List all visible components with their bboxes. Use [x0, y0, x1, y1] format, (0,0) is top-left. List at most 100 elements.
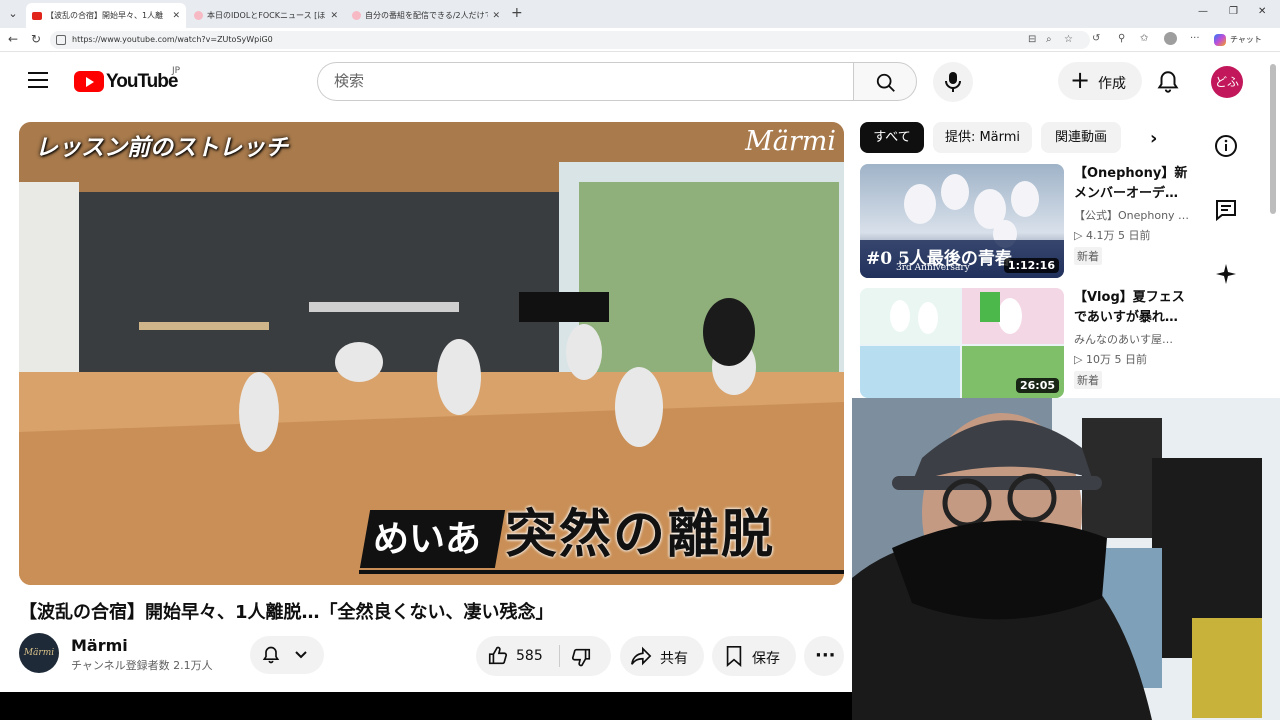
- account-avatar[interactable]: どふ: [1211, 66, 1243, 98]
- more-menu-icon[interactable]: ···: [1190, 33, 1200, 44]
- caption-name: めいあ: [373, 519, 482, 560]
- share-button[interactable]: 共有: [620, 636, 704, 676]
- youtube-logo-icon[interactable]: [74, 71, 104, 92]
- create-label: 作成: [1098, 76, 1126, 92]
- search-box[interactable]: [317, 62, 854, 101]
- more-actions-button[interactable]: ···: [804, 636, 844, 676]
- site-favicon-icon: [194, 11, 203, 20]
- bottom-black-bar: [0, 692, 852, 720]
- translate-icon[interactable]: ⊟: [1028, 34, 1036, 45]
- url-text[interactable]: https://www.youtube.com/watch?v=ZUtoSyWp…: [72, 35, 273, 44]
- caption-headline: 突然の離脱: [505, 505, 776, 565]
- tab-title: 本日のIDOLとFOCKニュース [ほとん: [207, 11, 326, 20]
- subscription-notification-button[interactable]: [250, 636, 324, 674]
- save-label: 保存: [752, 651, 780, 667]
- plus-icon: +: [1070, 66, 1091, 94]
- chip-from-channel[interactable]: 提供: Märmi: [933, 122, 1032, 153]
- browser-tab-youtube[interactable]: 【波乱の合宿】開始早々、1人離 ✕: [26, 3, 186, 28]
- recommendation-title[interactable]: 【Onephony】新メンバーオーデ…: [1074, 164, 1188, 204]
- like-divider: [559, 645, 560, 667]
- sparkle-icon[interactable]: [1214, 262, 1238, 286]
- share-label: 共有: [660, 651, 688, 667]
- share-icon: [631, 646, 652, 666]
- caption-underline: [359, 570, 844, 574]
- subscriber-count: チャンネル登録者数 2.1万人: [71, 659, 213, 672]
- favorites-icon[interactable]: ✩: [1140, 33, 1148, 44]
- recommendation-channel[interactable]: みんなのあいす屋…: [1074, 331, 1188, 347]
- browser-tab-broadcast[interactable]: 自分の番組を配信できる/2人だけで ✕: [346, 3, 506, 28]
- hamburger-menu-icon[interactable]: [28, 72, 48, 88]
- notifications-button[interactable]: [1155, 69, 1181, 99]
- recommendation-item[interactable]: 26:05 【Vlog】夏フェスであいすが暴れ… みんなのあいす屋… ▷ 10万…: [860, 288, 1190, 398]
- tab-close-icon[interactable]: ✕: [330, 11, 338, 21]
- chip-related[interactable]: 関連動画: [1041, 122, 1121, 153]
- thumbnail-caption-top: レッスン前のストレッチ: [35, 135, 288, 161]
- bell-icon: [1157, 71, 1179, 93]
- browser-tab-bar: ⌄ 【波乱の合宿】開始早々、1人離 ✕ 本日のIDOLとFOCKニュース [ほと…: [0, 0, 1280, 28]
- zoom-icon[interactable]: ⌕: [1046, 34, 1052, 45]
- window-close-icon[interactable]: ✕: [1258, 6, 1266, 17]
- webcam-image: [852, 398, 1280, 720]
- bell-icon: [262, 646, 280, 664]
- browser-address-bar: ← ↻ https://www.youtube.com/watch?v=ZUto…: [0, 28, 1280, 52]
- youtube-logo-text[interactable]: YouTube: [106, 71, 178, 93]
- comments-icon[interactable]: [1214, 198, 1238, 222]
- minimize-icon[interactable]: —: [1198, 6, 1208, 17]
- url-field[interactable]: https://www.youtube.com/watch?v=ZUtoSyWp…: [50, 31, 1090, 49]
- site-favicon-icon: [352, 11, 361, 20]
- video-title: 【波乱の合宿】開始早々、1人離脱…「全然良くない、凄い残念」: [19, 602, 554, 623]
- reload-icon[interactable]: ↻: [31, 32, 41, 46]
- screen: { "browser": { "tabs": [ {"title": "【波乱の…: [0, 0, 1280, 720]
- new-badge: 新着: [1074, 247, 1102, 265]
- profile-icon[interactable]: [1164, 32, 1177, 45]
- chevron-right-icon[interactable]: ›: [1150, 128, 1157, 149]
- search-button[interactable]: [853, 62, 917, 101]
- restore-icon[interactable]: ❐: [1229, 6, 1238, 17]
- recommendation-meta: ▷ 10万 5 日前: [1074, 353, 1147, 366]
- create-button[interactable]: + 作成: [1058, 62, 1142, 100]
- video-player[interactable]: レッスン前のストレッチ Märmi めいあ 突然の離脱: [19, 122, 844, 585]
- youtube-favicon-icon: [32, 11, 42, 20]
- info-icon[interactable]: [1214, 134, 1238, 158]
- tab-title: 【波乱の合宿】開始早々、1人離: [46, 11, 164, 20]
- recommendation-thumbnail[interactable]: #0 5人最後の青春 3rd Anniversary 1:12:16: [860, 164, 1064, 278]
- channel-avatar[interactable]: Märmi: [19, 633, 59, 673]
- chip-all[interactable]: すべて: [860, 122, 924, 153]
- back-icon[interactable]: ←: [8, 32, 18, 46]
- chat-label[interactable]: チャット: [1230, 34, 1262, 45]
- webcam-overlay: [852, 398, 1280, 720]
- extensions-icon[interactable]: ⚲: [1118, 33, 1125, 44]
- thumbnail-brand: Märmi: [745, 126, 836, 157]
- video-duration: 26:05: [1015, 378, 1059, 393]
- copilot-icon[interactable]: [1214, 34, 1226, 46]
- thumbs-down-icon[interactable]: [570, 646, 592, 668]
- site-info-icon[interactable]: [56, 35, 66, 45]
- like-count[interactable]: 585: [516, 648, 543, 664]
- tab-close-icon[interactable]: ✕: [492, 11, 500, 21]
- new-badge: 新着: [1074, 371, 1102, 389]
- browser-tab-news[interactable]: 本日のIDOLとFOCKニュース [ほとん ✕: [188, 3, 344, 28]
- like-dislike-group: 585: [476, 636, 611, 676]
- favorite-star-icon[interactable]: ☆: [1064, 34, 1073, 45]
- video-duration: 1:12:16: [1003, 258, 1059, 273]
- search-input[interactable]: [334, 72, 834, 90]
- recommendation-item[interactable]: #0 5人最後の青春 3rd Anniversary 1:12:16 【Onep…: [860, 164, 1190, 280]
- chevron-down-icon: [295, 651, 307, 659]
- tab-close-icon[interactable]: ✕: [172, 11, 180, 21]
- voice-search-button[interactable]: [933, 62, 973, 102]
- recommendation-channel[interactable]: 【公式】Onephony …: [1074, 207, 1188, 223]
- refresh-extension-icon[interactable]: ↺: [1092, 33, 1100, 44]
- microphone-icon: [945, 72, 961, 92]
- recommendation-meta: ▷ 4.1万 5 日前: [1074, 229, 1151, 242]
- scrollbar-thumb[interactable]: [1270, 64, 1276, 214]
- thumbs-up-icon[interactable]: [487, 645, 509, 667]
- country-code: JP: [172, 66, 181, 76]
- bookmark-icon: [726, 646, 742, 667]
- recommendation-title[interactable]: 【Vlog】夏フェスであいすが暴れ…: [1074, 288, 1188, 328]
- channel-name[interactable]: Märmi: [71, 636, 128, 655]
- new-tab-icon[interactable]: +: [511, 5, 523, 21]
- more-horizontal-icon: ···: [815, 645, 836, 666]
- save-button[interactable]: 保存: [712, 636, 796, 676]
- recommendation-thumbnail[interactable]: 26:05: [860, 288, 1064, 398]
- tab-list-icon[interactable]: ⌄: [4, 5, 22, 23]
